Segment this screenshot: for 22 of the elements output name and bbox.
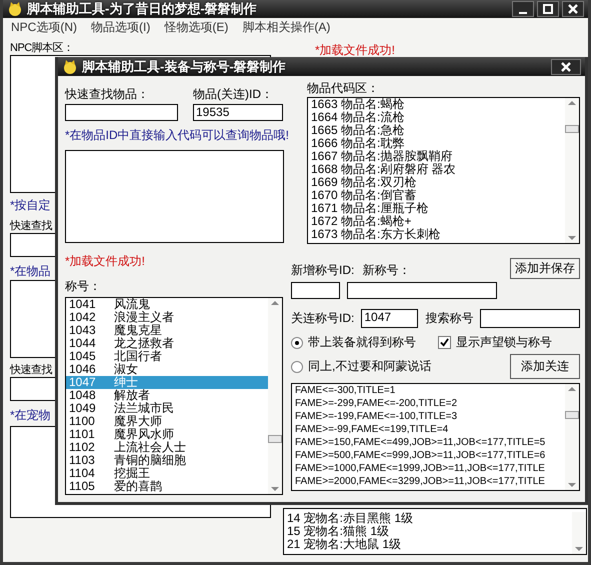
npc-script-label: NPC脚本区：	[10, 41, 74, 55]
window-title: 脚本辅助工具-装备与称号-磐磐制作	[82, 58, 286, 76]
titles-label: 称号：	[65, 278, 101, 295]
hint-text: *在物品ID中直接输入代码可以查询物品哦!	[65, 127, 290, 144]
hint-text: *在宠物	[10, 407, 51, 424]
search-title-label: 搜索称号	[425, 310, 474, 327]
status-message: *加载文件成功!	[315, 42, 396, 59]
hint-text: *按自定	[10, 197, 51, 214]
hint-text: *在物品	[10, 263, 51, 280]
status-message: *加载文件成功!	[65, 253, 146, 270]
item-codes-label: 物品代码区：	[307, 80, 380, 97]
window-title: 脚本辅助工具-为了昔日的梦想-磐磐制作	[27, 0, 257, 18]
quick-find-label: 快速查找	[10, 363, 52, 377]
new-title-label: 新称号：	[362, 262, 410, 279]
quick-find-label: 快速查找	[10, 219, 52, 233]
new-title-id-label: 新增称号ID:	[291, 262, 354, 279]
radio-label: 同上,不过要和阿蒙说话	[308, 358, 432, 375]
linked-title-id-label: 关连称号ID:	[291, 310, 354, 327]
radio-label: 带上装备就得到称号	[308, 334, 416, 351]
checkbox-label: 显示声望锁与称号	[456, 334, 552, 351]
item-id-label: 物品(关连)ID：	[193, 86, 274, 103]
quick-find-label: 快速查找物品：	[65, 86, 150, 103]
